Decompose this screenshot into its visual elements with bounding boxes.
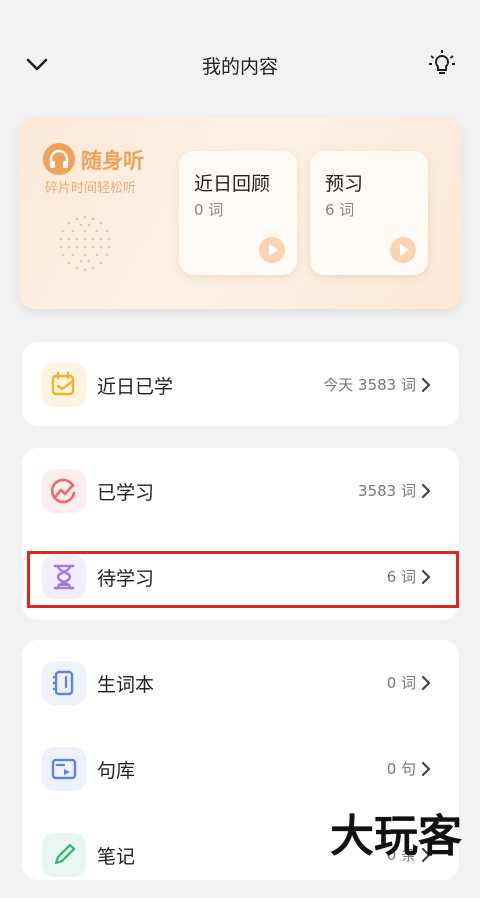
chart-circle-icon (42, 469, 86, 513)
chevron-right-icon (421, 378, 431, 392)
row-label: 句库 (97, 760, 136, 782)
row-value: 3583 词 (358, 482, 416, 500)
chevron-right-icon (421, 484, 431, 498)
chevron-right-icon (421, 676, 431, 690)
preview-card[interactable]: 预习 6 词 (310, 151, 428, 275)
play-icon[interactable] (390, 237, 416, 263)
watermark: 大玩客 (330, 811, 462, 862)
row-value: 今天 3583 词 (323, 376, 416, 394)
row-label: 笔记 (97, 846, 136, 868)
card-count: 0 词 (194, 201, 224, 219)
highlight-box (27, 551, 459, 608)
page-title: 我的内容 (201, 56, 278, 78)
row-value: 0 词 (386, 674, 416, 692)
brand-name: 随身听 (81, 149, 144, 173)
headphones-icon (43, 143, 75, 175)
card-title: 预习 (325, 173, 364, 195)
brand-subtitle: 碎片时间轻松听 (45, 181, 137, 196)
play-icon[interactable] (259, 237, 285, 263)
card-count: 6 词 (325, 201, 355, 219)
recent-group: 近日已学 今天 3583 词 (22, 342, 459, 426)
calendar-icon (42, 363, 86, 407)
recent-review-card[interactable]: 近日回顾 0 词 (179, 151, 297, 275)
row-value: 0 句 (386, 760, 416, 778)
top-bar: 我的内容 (0, 0, 480, 120)
row-label: 生词本 (97, 674, 155, 696)
card-title: 近日回顾 (194, 173, 271, 195)
pen-icon (42, 833, 86, 877)
list-item-vocabulary-book[interactable]: 生词本 0 词 (22, 640, 459, 726)
notebook-icon (42, 661, 86, 705)
lightbulb-icon[interactable] (426, 48, 458, 80)
chevron-right-icon (421, 762, 431, 776)
speaker-dots-icon (59, 215, 111, 272)
list-item-learned[interactable]: 已学习 3583 词 (22, 448, 459, 534)
list-item-recent-learned[interactable]: 近日已学 今天 3583 词 (22, 342, 459, 428)
row-label: 近日已学 (97, 376, 174, 398)
row-label: 已学习 (97, 482, 155, 504)
video-card-icon (42, 747, 86, 791)
listen-anywhere-banner[interactable]: 随身听 碎片时间轻松听 近日回顾 0 词 预习 6 词 (19, 117, 461, 309)
